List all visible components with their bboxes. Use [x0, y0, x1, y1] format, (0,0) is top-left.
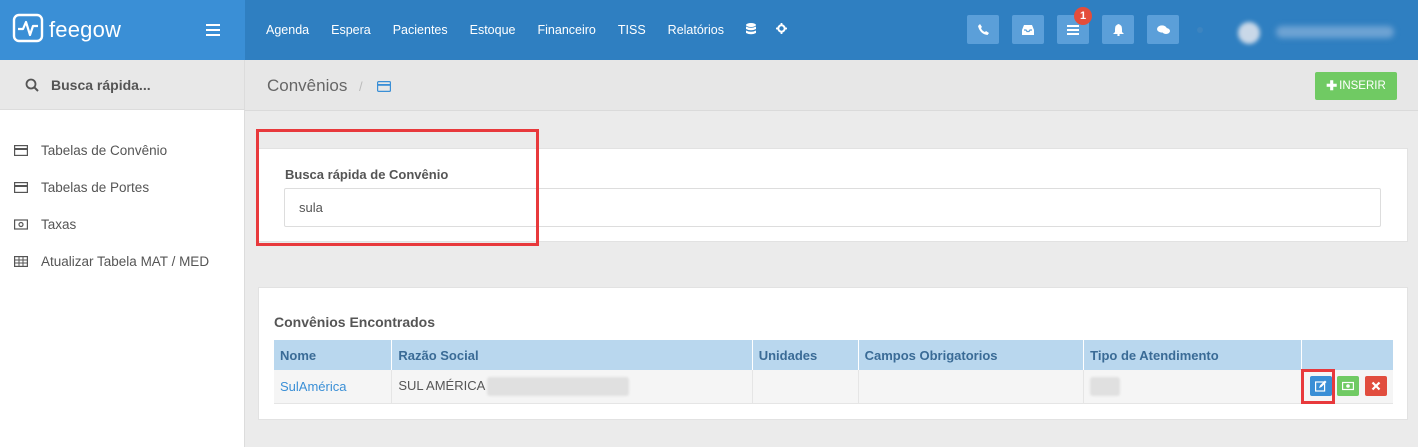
sidebar-item-label: Taxas: [41, 217, 77, 232]
nav-agenda[interactable]: Agenda: [266, 23, 309, 37]
nav-pacientes[interactable]: Pacientes: [393, 23, 448, 37]
inbox-icon: [1022, 24, 1034, 35]
column-header-unidades[interactable]: Unidades: [752, 340, 859, 370]
column-header-actions: [1301, 340, 1393, 370]
brand-name[interactable]: feegow: [49, 17, 121, 43]
card-icon: [14, 145, 28, 156]
page-title: Convênios: [267, 76, 348, 95]
bell-button[interactable]: [1102, 15, 1134, 44]
nav-espera[interactable]: Espera: [331, 23, 371, 37]
header-icon-buttons: 1: [967, 7, 1192, 44]
row-razao-social: SUL AMÉRICA: [391, 370, 753, 404]
razao-social-text: SUL AMÉRICA: [398, 377, 486, 393]
sidebar-item-label: Tabelas de Portes: [41, 180, 150, 195]
user-avatar[interactable]: [1238, 22, 1260, 44]
row-unidades: [752, 370, 859, 404]
money-icon: [14, 219, 28, 230]
chat-icon: [1156, 24, 1170, 34]
phone-icon: [977, 24, 989, 35]
sidebar-item-atualizar-mat-med[interactable]: Atualizar Tabela MAT / MED: [0, 243, 244, 280]
nav-financeiro[interactable]: Financeiro: [538, 23, 596, 37]
sidebar-item-tabelas-portes[interactable]: Tabelas de Portes: [0, 169, 244, 206]
chat-button[interactable]: [1147, 15, 1179, 44]
card-icon: [377, 81, 391, 92]
results-table: Nome Razão Social Unidades Campos Obriga…: [274, 340, 1393, 404]
table-icon: [14, 256, 28, 267]
sidebar-item-taxas[interactable]: Taxas: [0, 206, 244, 243]
column-header-campos-obrigatorios[interactable]: Campos Obrigatorios: [858, 340, 1085, 370]
brand-area: feegow: [0, 0, 245, 60]
row-campos: [858, 370, 1085, 404]
list-icon: [1067, 24, 1079, 35]
plus-icon: ✚: [1326, 78, 1338, 93]
search-highlight-box: [256, 129, 539, 246]
database-icon[interactable]: [745, 22, 756, 38]
row-nome-link[interactable]: SulAmérica: [274, 370, 393, 404]
results-panel: Convênios Encontrados Nome Razão Social …: [258, 287, 1408, 420]
payment-button[interactable]: [1337, 376, 1360, 397]
sidebar-menu: Tabelas de Convênio Tabelas de Portes Ta…: [0, 110, 244, 280]
delete-button[interactable]: [1365, 376, 1387, 397]
sidebar-item-label: Tabelas de Convênio: [41, 143, 168, 158]
quick-search-label: Busca rápida...: [51, 76, 151, 93]
edit-highlight-box: [1301, 369, 1335, 404]
page-header: Convênios / ✚ INSERIR: [245, 60, 1418, 111]
card-icon: [14, 182, 28, 193]
sidebar: Busca rápida... Tabelas de Convênio Tabe…: [0, 60, 245, 447]
nav-tiss[interactable]: TISS: [618, 23, 646, 37]
feegow-logo-icon: [12, 13, 44, 43]
close-icon: [1371, 381, 1381, 391]
sidebar-item-tabelas-convenio[interactable]: Tabelas de Convênio: [0, 132, 244, 169]
sidebar-item-label: Atualizar Tabela MAT / MED: [41, 254, 210, 269]
results-title: Convênios Encontrados: [274, 314, 436, 330]
search-icon: [25, 78, 39, 92]
sidebar-quick-search[interactable]: Busca rápida...: [0, 60, 244, 110]
notification-badge: 1: [1074, 7, 1092, 25]
redacted-text: [1090, 376, 1121, 396]
gear-icon[interactable]: [775, 23, 787, 37]
insert-button[interactable]: ✚ INSERIR: [1315, 72, 1397, 100]
inbox-button[interactable]: [1012, 15, 1044, 44]
column-header-tipo-atendimento[interactable]: Tipo de Atendimento: [1083, 340, 1302, 370]
hamburger-menu-icon[interactable]: [206, 24, 220, 36]
top-navbar: feegow Agenda Espera Pacientes Estoque F…: [0, 0, 1418, 60]
nav-relatorios[interactable]: Relatórios: [668, 23, 724, 37]
online-status-dot: [1197, 27, 1203, 33]
bell-icon: [1112, 23, 1124, 36]
column-header-nome[interactable]: Nome: [274, 340, 393, 370]
nav-estoque[interactable]: Estoque: [470, 23, 516, 37]
breadcrumb-separator: /: [359, 79, 363, 94]
insert-button-label: INSERIR: [1339, 80, 1386, 92]
table-header-row: Nome Razão Social Unidades Campos Obriga…: [274, 340, 1393, 370]
column-header-razao-social[interactable]: Razão Social: [391, 340, 753, 370]
table-row: SulAmérica SUL AMÉRICA: [274, 370, 1393, 404]
row-tipo-atendimento: [1083, 370, 1302, 404]
phone-button[interactable]: [967, 15, 999, 44]
money-icon: [1342, 382, 1355, 391]
user-name-blurred[interactable]: [1276, 26, 1394, 38]
redacted-text: [487, 376, 630, 396]
main-nav: Agenda Espera Pacientes Estoque Financei…: [266, 0, 807, 60]
list-button[interactable]: 1: [1057, 7, 1092, 44]
